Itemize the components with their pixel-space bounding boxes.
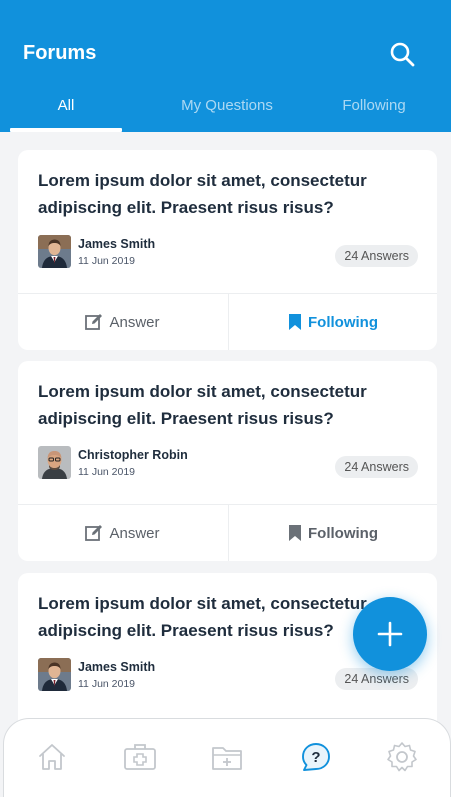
gear-icon[interactable] — [384, 739, 420, 775]
edit-icon — [85, 525, 103, 541]
card-actions: Answer Following — [18, 293, 437, 350]
card-actions: Answer Following — [18, 504, 437, 561]
tab-my-questions[interactable]: My Questions — [170, 90, 284, 132]
post-date: 11 Jun 2019 — [78, 678, 136, 690]
question-card[interactable]: Lorem ipsum dolor sit amet, consectetur … — [18, 150, 437, 350]
post-date: 11 Jun 2019 — [78, 466, 136, 478]
help-chat-icon[interactable]: ? — [298, 739, 334, 775]
answers-count-badge: 24 Answers — [335, 456, 418, 478]
bottom-navigation: ? — [3, 718, 451, 797]
tab-all[interactable]: All — [10, 90, 122, 132]
avatar — [38, 446, 71, 479]
answer-label: Answer — [109, 313, 160, 331]
author-name: James Smith — [78, 660, 156, 674]
question-title: Lorem ipsum dolor sit amet, consectetur … — [38, 171, 367, 217]
home-icon[interactable] — [34, 739, 70, 775]
answers-count-badge: 24 Answers — [335, 245, 418, 267]
tab-label: My Questions — [181, 97, 273, 114]
question-title: Lorem ipsum dolor sit amet, consectetur … — [38, 382, 367, 428]
following-label: Following — [308, 313, 378, 331]
answer-button[interactable]: Answer — [18, 294, 227, 350]
author-name: James Smith — [78, 237, 156, 251]
following-label: Following — [308, 524, 378, 542]
question-card[interactable]: Lorem ipsum dolor sit amet, consectetur … — [18, 361, 437, 561]
bookmark-icon — [289, 525, 301, 541]
answer-button[interactable]: Answer — [18, 505, 227, 561]
follow-button[interactable]: Following — [228, 294, 437, 350]
medical-kit-icon[interactable] — [122, 739, 158, 775]
search-icon[interactable] — [388, 40, 416, 68]
active-tab-indicator — [10, 128, 122, 132]
app-header: Forums All My Questions Following — [0, 0, 451, 132]
page-title: Forums — [23, 42, 97, 64]
folder-add-icon[interactable] — [209, 739, 245, 775]
plus-icon — [377, 621, 403, 647]
tab-bar: All My Questions Following — [0, 90, 451, 132]
avatar — [38, 235, 71, 268]
edit-icon — [85, 314, 103, 330]
tab-label: Following — [342, 97, 406, 114]
avatar — [38, 658, 71, 691]
add-question-button[interactable] — [353, 597, 427, 671]
follow-button[interactable]: Following — [228, 505, 437, 561]
svg-text:?: ? — [311, 749, 320, 766]
answers-count-badge: 24 Answers — [335, 668, 418, 690]
forums-screen: Forums All My Questions Following Lorem … — [0, 0, 451, 797]
post-date: 11 Jun 2019 — [78, 255, 136, 267]
answer-label: Answer — [109, 524, 160, 542]
tab-following[interactable]: Following — [330, 90, 418, 132]
author-name: Christopher Robin — [78, 448, 188, 462]
tab-label: All — [57, 97, 75, 114]
bookmark-icon — [289, 314, 301, 330]
